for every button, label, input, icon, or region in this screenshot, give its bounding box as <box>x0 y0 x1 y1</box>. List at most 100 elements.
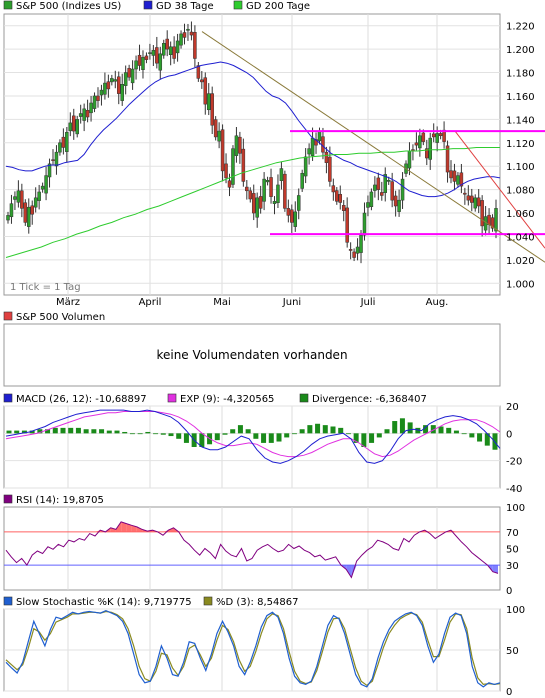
divergence-bar <box>253 433 259 439</box>
candle-body <box>470 195 474 203</box>
candle-body <box>224 163 228 179</box>
divergence-bar <box>14 430 20 434</box>
macd-y-tick-label: -40 <box>506 484 522 495</box>
candle-body <box>290 209 294 223</box>
candle-body <box>393 195 398 207</box>
macd-y-tick-label: -20 <box>506 457 522 468</box>
candle-body <box>473 197 477 209</box>
candle-body <box>65 132 69 152</box>
candle-body <box>328 156 332 182</box>
macd-y-tick-label: 0 <box>506 429 512 440</box>
price-y-tick-label: 1.180 <box>506 69 535 80</box>
candle-body <box>238 136 242 154</box>
candle-body <box>494 208 498 232</box>
candle-body <box>352 251 356 258</box>
candle-body <box>338 194 343 203</box>
candle-body <box>241 148 246 182</box>
candle-body <box>206 93 211 111</box>
candle-body <box>390 181 394 201</box>
candle-body <box>23 202 28 223</box>
stoch-y-tick-label: 50 <box>506 646 519 657</box>
candle-body <box>359 235 363 253</box>
legend-swatch <box>3 494 13 504</box>
candle-body <box>414 142 419 146</box>
candle-body <box>380 192 384 196</box>
candle-body <box>137 54 142 66</box>
candle-body <box>348 249 353 251</box>
candle-body <box>300 172 304 189</box>
x-tick-label: April <box>139 297 162 308</box>
candle-body <box>445 145 450 173</box>
legend-label: RSI (14): 19,8705 <box>16 495 104 506</box>
divergence-bar <box>83 429 89 434</box>
candle-body <box>279 168 284 181</box>
divergence-bar <box>230 429 236 434</box>
candle-body <box>127 68 131 78</box>
stoch-y-tick-label: 100 <box>506 605 525 616</box>
candle-body <box>324 151 329 163</box>
candle-body <box>435 133 439 143</box>
price-y-tick-label: 1.080 <box>506 186 535 197</box>
candle-body <box>331 185 336 193</box>
legend-label: S&P 500 Volumen <box>16 312 105 323</box>
candle-body <box>155 47 159 64</box>
candle-body <box>106 81 111 90</box>
candle-body <box>466 195 471 201</box>
candle-body <box>276 184 280 203</box>
candle-body <box>373 184 377 191</box>
x-tick-label: Aug. <box>426 297 449 308</box>
candle-body <box>418 135 422 149</box>
divergence-bar <box>106 430 112 434</box>
candle-body <box>428 137 432 160</box>
legend-label: GD 200 Tage <box>246 1 310 12</box>
divergence-bar <box>245 429 251 434</box>
candle-body <box>165 38 169 50</box>
candle-body <box>172 46 176 59</box>
price-y-tick-label: 1.200 <box>506 45 535 56</box>
candle-body <box>376 177 381 190</box>
candle-body <box>258 196 263 209</box>
divergence-bar <box>214 433 220 441</box>
price-y-tick-label: 1.020 <box>506 256 535 267</box>
divergence-bar <box>129 433 135 435</box>
stoch-y-tick-label: 0 <box>506 687 512 698</box>
candle-body <box>369 191 374 207</box>
divergence-bar <box>99 429 105 434</box>
candle-body <box>431 133 436 138</box>
divergence-bar <box>91 429 97 434</box>
divergence-bar <box>176 433 182 439</box>
candle-body <box>255 197 259 218</box>
price-y-tick-label: 1.100 <box>506 162 535 173</box>
candle-body <box>144 55 149 60</box>
candle-body <box>123 72 128 86</box>
candle-body <box>141 57 145 70</box>
candle-body <box>96 95 100 101</box>
divergence-bar <box>60 427 66 434</box>
candle-body <box>335 190 339 202</box>
rsi-panel <box>3 506 501 591</box>
legend-swatch <box>3 393 13 403</box>
x-tick-label: März <box>56 297 80 308</box>
legend-label: GD 38 Tage <box>156 1 214 12</box>
divergence-bar <box>68 427 74 434</box>
candle-body <box>366 202 370 208</box>
candle-body <box>113 79 118 82</box>
candle-body <box>286 208 291 216</box>
legend-label: %D (3): 8,54867 <box>216 597 298 608</box>
divergence-bar <box>183 433 189 443</box>
divergence-bar <box>345 433 351 435</box>
price-y-tick-label: 1.040 <box>506 232 535 243</box>
candle-body <box>78 113 83 117</box>
divergence-bar <box>307 425 313 434</box>
legend-label: EXP (9): -4,320565 <box>180 394 274 405</box>
candle-body <box>213 119 218 138</box>
divergence-bar <box>122 431 128 434</box>
candle-body <box>120 84 124 101</box>
candle-body <box>168 46 173 55</box>
candle-body <box>272 201 277 204</box>
rsi-y-tick-label: 0 <box>506 586 512 597</box>
candle-body <box>283 173 287 209</box>
macd-y-tick-label: 20 <box>506 402 519 413</box>
candle-body <box>296 195 301 211</box>
candle-body <box>37 191 41 201</box>
